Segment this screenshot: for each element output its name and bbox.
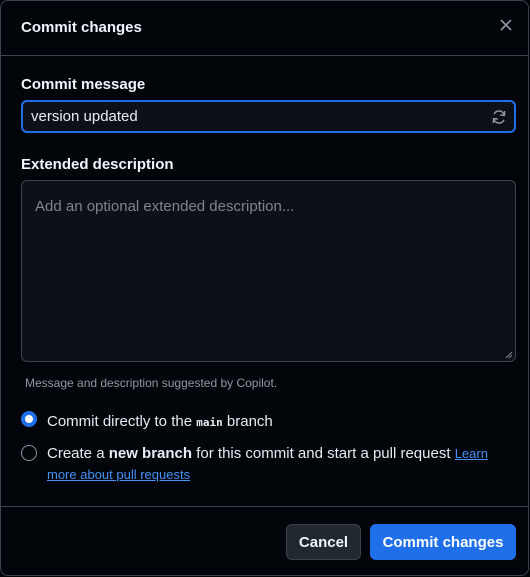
new-branch-label: Create a new branch for this commit and … [47,443,501,485]
commit-changes-button[interactable]: Commit changes [370,524,516,560]
commit-direct-prefix: Commit directly to the [47,413,197,430]
extended-description-label: Extended description [21,156,174,173]
new-branch-suffix: for this commit and start a pull request [192,445,455,462]
x-icon [500,19,512,31]
extended-description-field [21,180,516,362]
commit-direct-option[interactable]: Commit directly to the main branch [21,411,273,433]
commit-message-field [21,100,516,133]
commit-direct-suffix: branch [222,413,273,430]
copilot-hint: Message and description suggested by Cop… [25,376,278,390]
commit-dialog: Commit changes Commit message Extended d… [0,0,529,576]
refresh-icon [492,109,506,124]
cancel-button[interactable]: Cancel [286,524,361,560]
resize-grip-icon[interactable] [505,351,513,359]
new-branch-radio[interactable] [21,445,37,461]
dialog-header: Commit changes [1,1,528,56]
commit-direct-label: Commit directly to the main branch [47,411,273,433]
regenerate-button[interactable] [484,102,514,131]
commit-message-label: Commit message [21,76,146,93]
close-button[interactable] [496,15,516,35]
commit-message-input[interactable] [23,101,484,132]
commit-direct-radio[interactable] [21,411,37,427]
new-branch-bold: new branch [108,445,193,462]
branch-name: main [196,416,223,429]
extended-description-textarea[interactable] [22,181,515,361]
new-branch-option[interactable]: Create a new branch for this commit and … [21,443,501,485]
dialog-title: Commit changes [21,19,142,36]
new-branch-prefix: Create a [47,445,109,462]
